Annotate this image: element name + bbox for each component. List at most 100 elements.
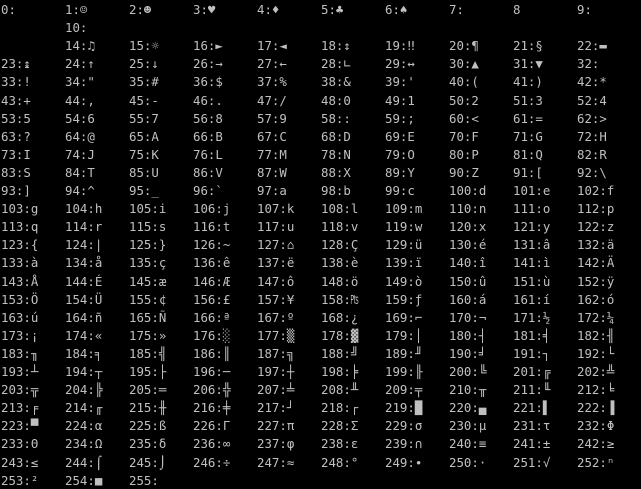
char-entry: 165:Ñ (129, 309, 167, 325)
char-entry: 19:‼ (385, 38, 415, 54)
char-entry: 54:6 (65, 110, 95, 126)
char-entry: 121:y (513, 219, 551, 235)
char-entry: 181:╡ (513, 327, 551, 343)
char-entry: 63:? (1, 128, 31, 144)
char-entry: 162:ó (577, 291, 615, 307)
char-entry: 125:} (129, 237, 167, 253)
char-entry: 157:¥ (257, 291, 295, 307)
terminal-window[interactable]: 0: 1:☺ 2:☻ 3:♥ 4:♦ 5:♣ 6:♠ 7: 8 9: 10: 14:♫ 15:☼ 16:►… (0, 0, 641, 489)
char-entry: 7: (449, 2, 464, 17)
char-entry: 112:p (577, 201, 615, 217)
char-entry: 33:! (1, 74, 31, 90)
char-entry: 53:5 (1, 110, 31, 126)
char-entry: 248:° (321, 454, 359, 470)
char-entry: 156:£ (193, 291, 231, 307)
char-entry: 146:Æ (193, 273, 231, 289)
char-entry: 192:└ (577, 345, 615, 361)
char-entry: 47:/ (257, 92, 287, 108)
char-entry: 30:▲ (449, 56, 479, 72)
char-entry: 96:` (193, 183, 223, 198)
char-entry: 153:Ö (1, 291, 39, 307)
char-entry: 39:' (385, 74, 415, 90)
char-entry: 246:÷ (193, 454, 231, 470)
char-entry: 40:( (449, 74, 479, 90)
char-entry: 212:╘ (577, 382, 615, 398)
char-entry: 225:ß (129, 418, 167, 434)
char-entry: 136:ê (193, 255, 231, 271)
char-entry: 55:7 (129, 110, 159, 126)
char-entry: 115:s (129, 219, 167, 235)
char-entry: 48:0 (321, 92, 351, 108)
char-entry: 107:k (257, 201, 295, 217)
char-entry: 222:▐ (577, 400, 615, 416)
char-entry: 46:. (193, 92, 223, 108)
char-entry: 167:º (257, 309, 295, 325)
char-entry: 118:v (321, 219, 359, 235)
char-entry: 214:╓ (65, 400, 103, 416)
char-entry: 41:) (513, 74, 543, 90)
char-entry: 235:δ (129, 436, 167, 452)
char-entry: 219:█ (385, 400, 423, 416)
char-entry: 67:C (257, 128, 287, 144)
char-entry: 116:t (193, 219, 231, 235)
char-entry: 43:+ (1, 92, 31, 108)
char-entry: 37:% (257, 74, 287, 90)
char-entry: 122:z (577, 219, 615, 235)
char-entry: 51:3 (513, 92, 543, 108)
char-entry: 87:W (257, 164, 287, 180)
char-entry: 74:J (65, 146, 95, 162)
char-entry: 32: (577, 56, 600, 72)
char-entry: 231:τ (513, 418, 551, 434)
char-entry: 176:░ (193, 327, 231, 343)
char-entry: 114:r (65, 219, 103, 235)
char-entry: 210:╥ (449, 382, 487, 398)
char-entry: 0: (1, 2, 16, 17)
char-entry: 183:╖ (1, 345, 39, 361)
char-entry: 199:╟ (385, 364, 423, 379)
char-entry: 205:═ (129, 382, 167, 398)
char-entry: 140:î (449, 255, 487, 271)
char-entry: 29:↔ (385, 56, 415, 72)
char-entry: 249:∙ (385, 454, 423, 470)
char-entry: 101:e (513, 183, 551, 198)
char-entry: 158:₧ (321, 291, 359, 307)
char-entry: 155:¢ (129, 291, 167, 307)
char-entry: 196:─ (193, 364, 231, 379)
char-entry: 104:h (65, 201, 103, 217)
char-entry: 80:P (449, 146, 479, 162)
char-entry: 245:⌡ (129, 454, 167, 470)
char-entry: 182:╢ (577, 327, 615, 343)
char-entry: 130:é (449, 237, 487, 253)
char-entry: 197:┼ (257, 364, 295, 379)
char-entry: 216:╪ (193, 400, 231, 416)
char-entry: 133:à (1, 255, 39, 271)
char-entry: 168:¿ (321, 309, 359, 325)
char-entry: 93:] (1, 183, 31, 198)
char-entry: 28:∟ (321, 56, 351, 72)
char-entry: 143:Å (1, 273, 39, 289)
char-entry: 78:N (321, 146, 351, 162)
char-entry: 68:D (321, 128, 351, 144)
char-entry: 97:a (257, 183, 287, 198)
char-entry: 232:Φ (577, 418, 615, 434)
char-entry: 135:ç (129, 255, 167, 271)
char-entry: 169:⌐ (385, 309, 423, 325)
char-entry: 123:{ (1, 237, 39, 253)
char-entry: 100:d (449, 183, 487, 198)
char-entry: 204:╠ (65, 382, 103, 398)
char-entry: 206:╬ (193, 382, 231, 398)
char-entry: 145:æ (129, 273, 167, 289)
char-entry: 226:Γ (193, 418, 231, 434)
char-entry: 42:* (577, 74, 607, 90)
char-entry: 186:║ (193, 345, 231, 361)
char-entry: 185:╣ (129, 345, 167, 361)
char-entry: 190:╛ (449, 345, 487, 361)
char-entry: 88:X (321, 164, 351, 180)
char-entry: 69:E (385, 128, 415, 144)
char-entry: 81:Q (513, 146, 543, 162)
char-entry: 14:♫ (65, 38, 95, 54)
char-entry: 141:ì (513, 255, 551, 271)
char-entry: 159:ƒ (385, 291, 423, 307)
char-entry: 85:U (129, 164, 159, 180)
char-entry: 105:i (129, 201, 167, 217)
